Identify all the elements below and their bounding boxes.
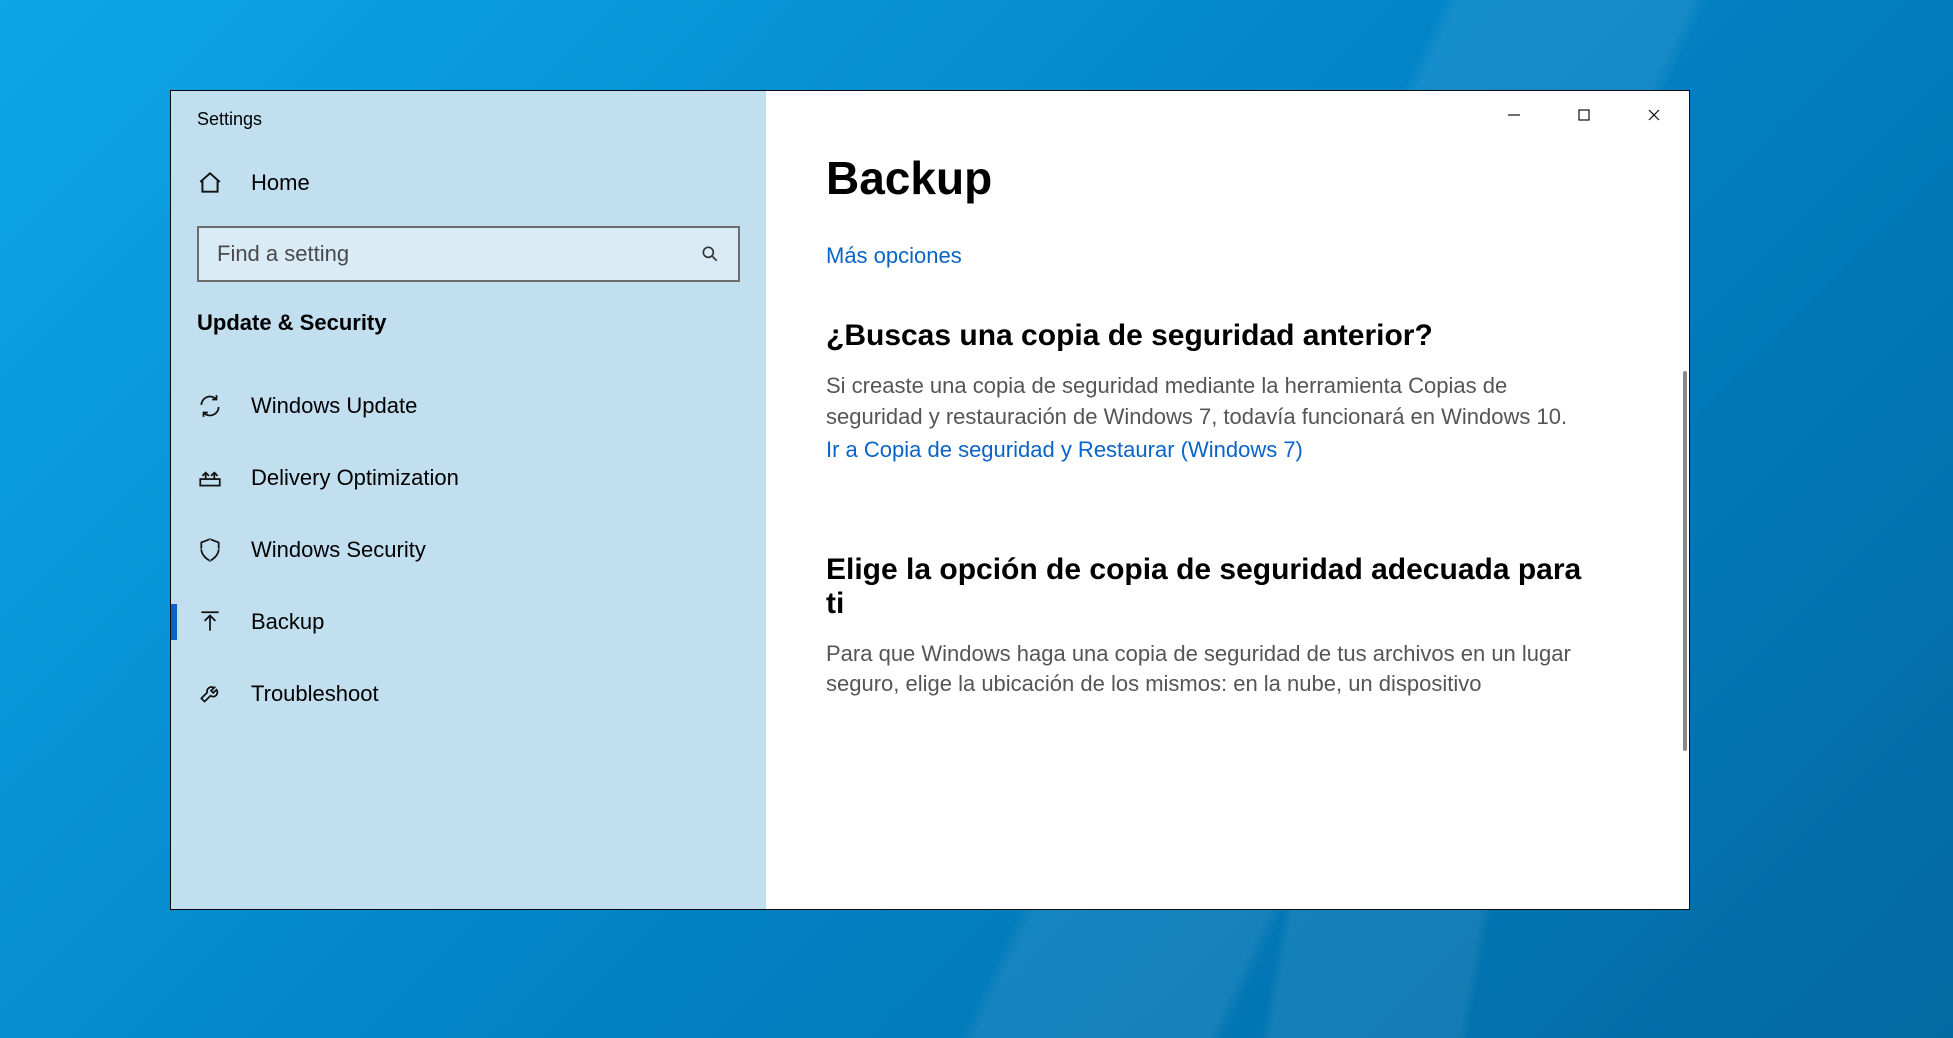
content-area: Backup Más opciones ¿Buscas una copia de… — [766, 91, 1689, 909]
minimize-button[interactable] — [1479, 91, 1549, 139]
sidebar-category: Update & Security — [171, 310, 766, 370]
sidebar-item-label: Backup — [251, 609, 324, 635]
sidebar-item-label: Delivery Optimization — [251, 465, 459, 491]
maximize-button[interactable] — [1549, 91, 1619, 139]
sidebar-item-backup[interactable]: Backup — [171, 586, 766, 658]
shield-icon — [197, 537, 223, 563]
sidebar: Settings Home Update & Security — [171, 91, 766, 909]
backup-icon — [197, 609, 223, 635]
delivery-icon — [197, 465, 223, 491]
nav: Windows Update Delivery Optimization Win… — [171, 370, 766, 730]
sidebar-item-windows-update[interactable]: Windows Update — [171, 370, 766, 442]
page-title: Backup — [826, 151, 1619, 205]
app-title: Settings — [171, 109, 766, 140]
sidebar-item-label: Troubleshoot — [251, 681, 379, 707]
search-input[interactable] — [217, 241, 700, 267]
section-heading-previous-backup: ¿Buscas una copia de seguridad anterior? — [826, 319, 1586, 353]
sidebar-item-label: Windows Update — [251, 393, 417, 419]
backup-restore-win7-link[interactable]: Ir a Copia de seguridad y Restaurar (Win… — [826, 437, 1303, 463]
sidebar-home[interactable]: Home — [171, 140, 766, 226]
troubleshoot-icon — [197, 681, 223, 707]
section-heading-choose-backup: Elige la opción de copia de seguridad ad… — [826, 553, 1586, 621]
search-box[interactable] — [197, 226, 740, 282]
sidebar-item-delivery-optimization[interactable]: Delivery Optimization — [171, 442, 766, 514]
search-icon — [700, 244, 720, 264]
window-controls — [1479, 91, 1689, 139]
sidebar-item-troubleshoot[interactable]: Troubleshoot — [171, 658, 766, 730]
settings-window: Settings Home Update & Security — [170, 90, 1690, 910]
close-button[interactable] — [1619, 91, 1689, 139]
section-body-choose-backup: Para que Windows haga una copia de segur… — [826, 639, 1586, 701]
scrollbar-thumb[interactable] — [1683, 371, 1687, 751]
sync-icon — [197, 393, 223, 419]
sidebar-item-windows-security[interactable]: Windows Security — [171, 514, 766, 586]
sidebar-home-label: Home — [251, 170, 310, 196]
home-icon — [197, 170, 223, 196]
section-body-previous-backup: Si creaste una copia de seguridad median… — [826, 371, 1586, 433]
more-options-link[interactable]: Más opciones — [826, 243, 962, 269]
sidebar-item-label: Windows Security — [251, 537, 426, 563]
